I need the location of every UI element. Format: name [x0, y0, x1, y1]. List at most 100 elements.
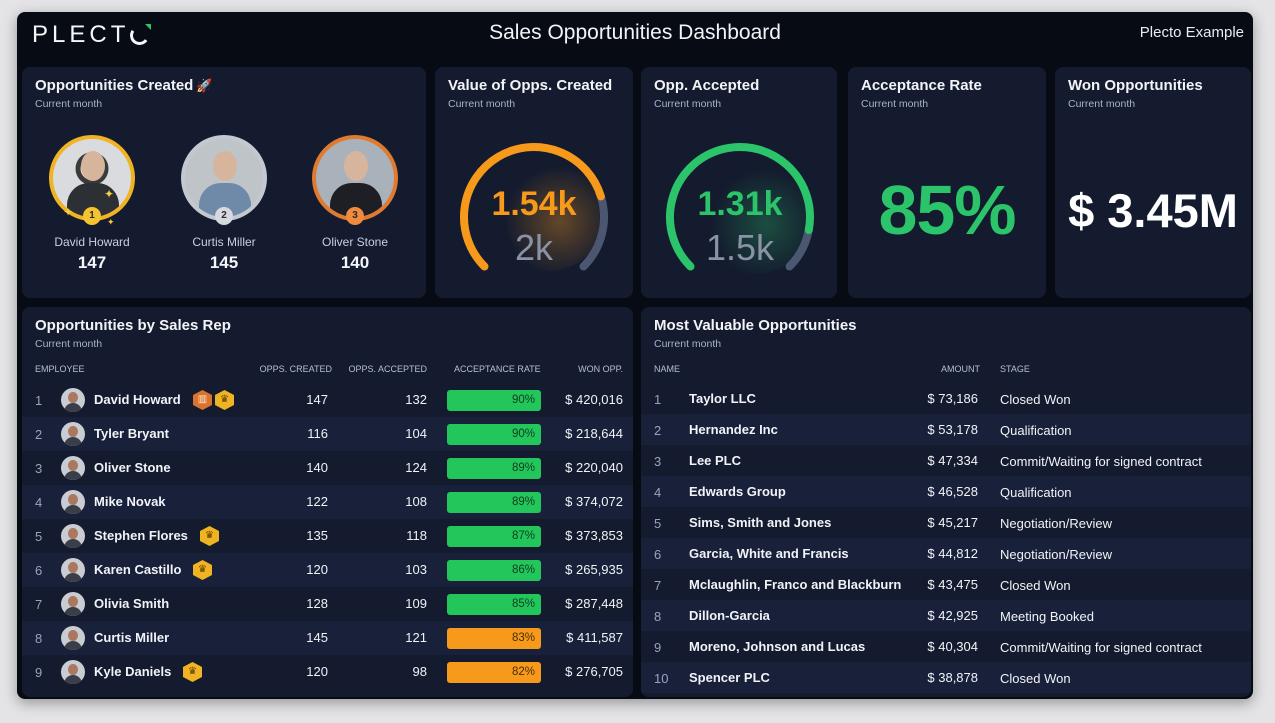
employee-name[interactable]: Stephen Flores — [94, 528, 188, 543]
opportunity-stage: Closed Won — [1000, 671, 1071, 686]
table-header: EMPLOYEE OPPS. CREATED OPPS. ACCEPTED AC… — [22, 364, 633, 378]
table-row[interactable]: 3 Oliver Stone 140 124 89% $ 220,040 — [22, 451, 633, 485]
account-name: Plecto Example — [1139, 24, 1244, 41]
table-row[interactable]: 6 Karen Castillo 120 103 86% $ 265,935 ♛ — [22, 553, 633, 587]
card-subtitle: Current month — [1068, 98, 1136, 110]
opportunity-amount: $ 44,812 — [927, 546, 978, 561]
table-row[interactable]: 9 Moreno, Johnson and Lucas $ 40,304 Commit… — [641, 631, 1251, 662]
opportunities-created-card[interactable]: Opportunities Created 🚀 Current month 1 ✦… — [22, 67, 426, 298]
table-row[interactable]: 1 David Howard 147 132 90% $ 420,016 ▥ ♛ — [22, 383, 633, 417]
opportunity-stage: Meeting Booked — [1000, 609, 1094, 624]
table-row[interactable]: 4 Mike Novak 122 108 89% $ 374,072 — [22, 485, 633, 519]
table-row[interactable]: 6 Garcia, White and Francis $ 44,812 Negoti… — [641, 538, 1251, 569]
column-header-amount[interactable]: AMOUNT — [941, 364, 980, 374]
column-header-acceptance-rate[interactable]: ACCEPTANCE RATE — [454, 364, 541, 374]
acceptance-rate-bar: 87% — [447, 526, 541, 547]
acceptance-rate-bar: 83% — [447, 628, 541, 649]
table-row[interactable]: 10 Spencer PLC $ 38,878 Closed Won — [641, 662, 1251, 693]
card-title: Opp. Accepted — [654, 77, 760, 94]
table-row[interactable]: 1 Taylor LLC $ 73,186 Closed Won — [641, 383, 1251, 414]
opportunity-amount: $ 43,475 — [927, 577, 978, 592]
podium-first: 1 ✦ ✦ ✦ David Howard 147 — [32, 135, 152, 273]
employee-name[interactable]: Kyle Daniels — [94, 664, 171, 679]
opps-created-value: 122 — [306, 494, 328, 509]
employee-name[interactable]: Oliver Stone — [94, 460, 171, 475]
employee-name[interactable]: Mike Novak — [94, 494, 166, 509]
won-opp-value: $ 218,644 — [565, 426, 623, 441]
opps-created-value: 140 — [306, 460, 328, 475]
opps-created-value: 135 — [306, 528, 328, 543]
opportunity-name[interactable]: Sims, Smith and Jones — [689, 515, 831, 530]
card-subtitle: Current month — [861, 98, 929, 110]
sales-rep-table-card[interactable]: Opportunities by Sales Rep Current month… — [22, 307, 633, 697]
gauge-value: 1.54k — [491, 185, 577, 223]
opportunity-name[interactable]: Taylor LLC — [689, 391, 756, 406]
won-opp-value: $ 373,853 — [565, 528, 623, 543]
employee-name[interactable]: Tyler Bryant — [94, 426, 169, 441]
opportunity-rows: 1 Taylor LLC $ 73,186 Closed Won 2 Hernandez … — [641, 383, 1251, 693]
column-header-employee[interactable]: EMPLOYEE — [35, 364, 85, 374]
avatar — [61, 626, 85, 650]
card-subtitle: Current month — [35, 98, 103, 110]
opportunity-name[interactable]: Mclaughlin, Franco and Blackburn — [689, 577, 901, 592]
employee-name[interactable]: Curtis Miller — [94, 630, 169, 645]
most-valuable-opps-card[interactable]: Most Valuable Opportunities Current mont… — [641, 307, 1251, 697]
podium-third: 3 Oliver Stone 140 — [295, 135, 415, 273]
column-header-opps-created[interactable]: OPPS. CREATED — [260, 364, 332, 374]
row-index: 4 — [654, 485, 662, 500]
trophy-badge-icon: ♛ — [200, 526, 219, 546]
column-header-opps-accepted[interactable]: OPPS. ACCEPTED — [348, 364, 427, 374]
opps-accepted-value: 103 — [405, 562, 427, 577]
opportunity-name[interactable]: Hernandez Inc — [689, 422, 778, 437]
opportunity-amount: $ 47,334 — [927, 453, 978, 468]
opportunity-name[interactable]: Moreno, Johnson and Lucas — [689, 639, 865, 654]
employee-name[interactable]: Olivia Smith — [94, 596, 169, 611]
table-row[interactable]: 4 Edwards Group $ 46,528 Qualification — [641, 476, 1251, 507]
opportunity-name[interactable]: Dillon-Garcia — [689, 608, 770, 623]
table-row[interactable]: 2 Tyler Bryant 116 104 90% $ 218,644 — [22, 417, 633, 451]
podium-value: 140 — [340, 253, 370, 272]
table-row[interactable]: 2 Hernandez Inc $ 53,178 Qualification — [641, 414, 1251, 445]
opportunity-name[interactable]: Spencer PLC — [689, 670, 770, 685]
table-row[interactable]: 3 Lee PLC $ 47,334 Commit/Waiting for signe… — [641, 445, 1251, 476]
avatar — [61, 592, 85, 616]
card-title: Value of Opps. Created — [448, 77, 613, 94]
won-opp-value: $ 220,040 — [565, 460, 623, 475]
opportunity-amount: $ 40,304 — [927, 639, 978, 654]
opportunity-amount: $ 46,528 — [927, 484, 978, 499]
opp-accepted-card[interactable]: Opp. Accepted Current month 1.31k 1.5k — [641, 67, 837, 298]
table-row[interactable]: 8 Curtis Miller 145 121 83% $ 411,587 — [22, 621, 633, 655]
avatar — [61, 558, 85, 582]
opps-created-value: 145 — [306, 630, 328, 645]
table-row[interactable]: 7 Mclaughlin, Franco and Blackburn $ 43,47… — [641, 569, 1251, 600]
table-row[interactable]: 5 Sims, Smith and Jones $ 45,217 Negotiatio… — [641, 507, 1251, 538]
employee-name[interactable]: Karen Castillo — [94, 562, 181, 577]
column-header-name[interactable]: NAME — [654, 364, 680, 374]
opps-accepted-value: 98 — [412, 664, 427, 679]
opportunity-name[interactable]: Garcia, White and Francis — [689, 546, 849, 561]
rocket-icon: 🚀 — [196, 78, 213, 93]
won-opportunities-card[interactable]: Won Opportunities Current month $ 3.45M — [1055, 67, 1251, 298]
table-row[interactable]: 8 Dillon-Garcia $ 42,925 Meeting Booked — [641, 600, 1251, 631]
opportunity-stage: Qualification — [1000, 423, 1072, 438]
acceptance-rate-value: 85% — [878, 171, 1016, 249]
row-index: 2 — [654, 423, 662, 438]
row-index: 6 — [654, 547, 662, 562]
opps-accepted-value: 109 — [405, 596, 427, 611]
acceptance-rate-bar: 89% — [447, 492, 541, 513]
table-row[interactable]: 5 Stephen Flores 135 118 87% $ 373,853 ♛ — [22, 519, 633, 553]
row-index: 8 — [654, 609, 662, 624]
column-header-won-opp[interactable]: WON OPP. — [578, 364, 623, 374]
column-header-stage[interactable]: STAGE — [1000, 364, 1030, 374]
opportunity-name[interactable]: Edwards Group — [689, 484, 786, 499]
opportunity-amount: $ 53,178 — [927, 422, 978, 437]
table-row[interactable]: 7 Olivia Smith 128 109 85% $ 287,448 — [22, 587, 633, 621]
value-of-opps-card[interactable]: Value of Opps. Created Current month 1.5… — [435, 67, 633, 298]
opportunity-stage: Commit/Waiting for signed contract — [1000, 640, 1202, 655]
acceptance-rate-card[interactable]: Acceptance Rate Current month 85% — [848, 67, 1046, 298]
employee-name[interactable]: David Howard — [94, 392, 181, 407]
opportunity-name[interactable]: Lee PLC — [689, 453, 741, 468]
table-row[interactable]: 9 Kyle Daniels 120 98 82% $ 276,705 ♛ — [22, 655, 633, 689]
won-opp-value: $ 287,448 — [565, 596, 623, 611]
row-index: 7 — [654, 578, 662, 593]
